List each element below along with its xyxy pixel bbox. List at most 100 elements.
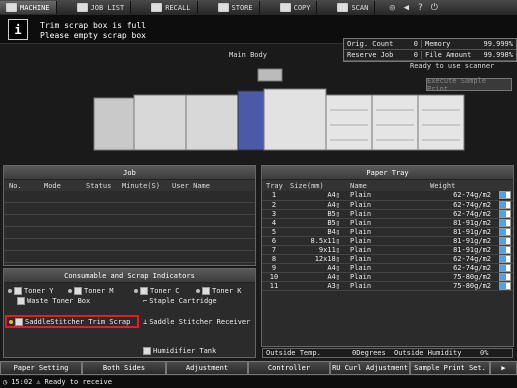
toner-y-indicator: Toner Y <box>8 287 54 295</box>
paper-orientation-icon: ▯ <box>335 191 340 200</box>
status-dot-icon <box>196 289 200 293</box>
tab-job-list[interactable]: JOB LIST <box>71 1 132 14</box>
controller-button[interactable]: Controller <box>248 361 330 375</box>
tab-recall[interactable]: RECALL <box>145 1 198 14</box>
paper-orientation-icon: ▯ <box>335 227 340 236</box>
status-time: 15:02 <box>11 378 33 386</box>
paper-level-fill <box>500 246 506 253</box>
toner-icon <box>74 287 82 295</box>
paper-level-gauge <box>499 236 511 245</box>
warning-icon: ⚠ <box>36 378 41 386</box>
toner-m-indicator: Toner M <box>68 287 114 295</box>
paper-level-fill <box>500 201 506 208</box>
toner-k-indicator: Toner K <box>196 287 242 295</box>
paper-level-fill <box>500 228 506 235</box>
adjustment-button[interactable]: Adjustment <box>166 361 248 375</box>
scan-icon <box>337 3 349 12</box>
toner-icon <box>202 287 210 295</box>
tray-row[interactable]: 6 8.5x11▯ Plain 81-91g/m2 <box>262 236 513 246</box>
paper-level-fill <box>500 219 506 226</box>
paper-level-fill <box>500 264 506 271</box>
copy-icon <box>279 3 291 12</box>
status-text: Ready to receive <box>44 378 112 386</box>
job-list-icon <box>76 3 88 12</box>
error-highlight <box>5 315 139 328</box>
paper-level-gauge <box>499 218 511 227</box>
status-dot-icon <box>68 289 72 293</box>
tray-row[interactable]: 9 A4▯ Plain 62-74g/m2 <box>262 263 513 273</box>
tab-machine[interactable]: MACHINE <box>0 1 57 14</box>
globe-icon[interactable]: ◎ <box>385 1 399 14</box>
paper-orientation-icon: ▯ <box>335 254 340 263</box>
staple-icon: ⌐ <box>143 297 148 305</box>
status-bar: ◷ 15:02 ⚠ Ready to receive <box>0 376 517 388</box>
paper-level-fill <box>500 255 506 262</box>
paper-level-gauge <box>499 263 511 272</box>
toner-icon <box>14 287 22 295</box>
tray-row[interactable]: 10 A4▯ Plain 75-80g/m2 <box>262 272 513 282</box>
toner-c-indicator: Toner C <box>134 287 180 295</box>
tray-row[interactable]: 2 A4▯ Plain 62-74g/m2 <box>262 200 513 210</box>
tab-store[interactable]: STORE <box>212 1 260 14</box>
job-panel-title: Job <box>4 166 255 180</box>
power-icon[interactable]: ⏻ <box>427 1 441 14</box>
tray-row[interactable]: 11 A3▯ Plain 75-80g/m2 <box>262 281 513 291</box>
paper-setting-button[interactable]: Paper Setting <box>0 361 82 375</box>
clock-icon: ◷ <box>3 378 8 386</box>
consumables-title: Consumable and Scrap Indicators <box>4 269 255 283</box>
tab-scan[interactable]: SCAN <box>331 1 376 14</box>
paper-level-gauge <box>499 227 511 236</box>
receiver-icon: ⊥ <box>143 318 148 326</box>
tray-row[interactable]: 8 12x18▯ Plain 62-74g/m2 <box>262 254 513 264</box>
both-sides-button[interactable]: Both Sides <box>82 361 166 375</box>
paper-orientation-icon: ▯ <box>335 245 340 254</box>
recall-icon <box>151 3 163 12</box>
waste-toner-indicator: Waste Toner Box <box>17 297 90 305</box>
sample-print-set-button[interactable]: Sample Print Set. <box>410 361 490 375</box>
status-dot-icon <box>8 289 12 293</box>
tray-row[interactable]: 1 A4▯ Plain 62-74g/m2 <box>262 191 513 201</box>
paper-level-gauge <box>499 281 511 290</box>
bottom-toolbar: Paper Setting Both Sides Adjustment Cont… <box>0 361 517 375</box>
toner-icon <box>140 287 148 295</box>
paper-orientation-icon: ▯ <box>335 281 340 290</box>
paper-orientation-icon: ▯ <box>335 272 340 281</box>
job-panel: Job No. Mode Status Minute(S) User Name <box>3 165 256 266</box>
top-navigation: MACHINE JOB LIST RECALL STORE COPY SCAN … <box>0 0 517 15</box>
paper-tray-panel: Paper Tray Tray Size(mm) Name Weight 1 A4… <box>261 165 514 347</box>
info-icon: i <box>8 19 28 40</box>
paper-level-gauge <box>499 191 511 200</box>
staple-indicator: ⌐ Staple Cartridge <box>143 297 217 305</box>
main-body-label: Main Body <box>229 51 267 59</box>
tank-icon <box>143 347 151 355</box>
paper-level-fill <box>500 192 506 199</box>
tab-copy[interactable]: COPY <box>274 1 318 14</box>
job-table-header: No. Mode Status Minute(S) User Name <box>4 180 255 191</box>
paper-orientation-icon: ▯ <box>335 218 340 227</box>
paper-level-gauge <box>499 272 511 281</box>
paper-level-gauge <box>499 245 511 254</box>
paper-orientation-icon: ▯ <box>335 263 340 272</box>
paper-level-fill <box>500 210 506 217</box>
ru-curl-adjustment-button[interactable]: RU Curl Adjustment <box>330 361 410 375</box>
status-dot-icon <box>134 289 138 293</box>
tray-row[interactable]: 3 B5▯ Plain 62-74g/m2 <box>262 209 513 219</box>
store-icon <box>217 3 229 12</box>
volume-icon[interactable]: ◀ <box>399 1 413 14</box>
paper-level-fill <box>500 282 506 289</box>
tray-row[interactable]: 4 B5▯ Plain 81-91g/m2 <box>262 218 513 228</box>
saddle-receiver-indicator: ⊥ Saddle Stitcher Receiver <box>143 318 251 326</box>
waste-box-icon <box>17 297 25 305</box>
paper-orientation-icon: ▯ <box>335 236 340 245</box>
paper-level-fill <box>500 237 506 244</box>
alert-message: Trim scrap box is full Please empty scra… <box>40 21 146 40</box>
job-list[interactable] <box>4 191 255 263</box>
tray-row[interactable]: 7 9x11▯ Plain 81-91g/m2 <box>262 245 513 255</box>
next-arrow-icon[interactable]: ▶ <box>490 361 517 375</box>
counter-panel: Orig. Count 0 Memory 99.999% Reserve Job 0 Fi… <box>343 38 517 62</box>
humidifier-indicator: Humidifier Tank <box>143 347 216 355</box>
paper-tray-table: Tray Size(mm) Name Weight 1 A4▯ Plain 62-74… <box>262 180 513 291</box>
help-icon[interactable]: ? <box>413 1 427 14</box>
tray-row[interactable]: 5 B4▯ Plain 81-91g/m2 <box>262 227 513 237</box>
paper-orientation-icon: ▯ <box>335 209 340 218</box>
